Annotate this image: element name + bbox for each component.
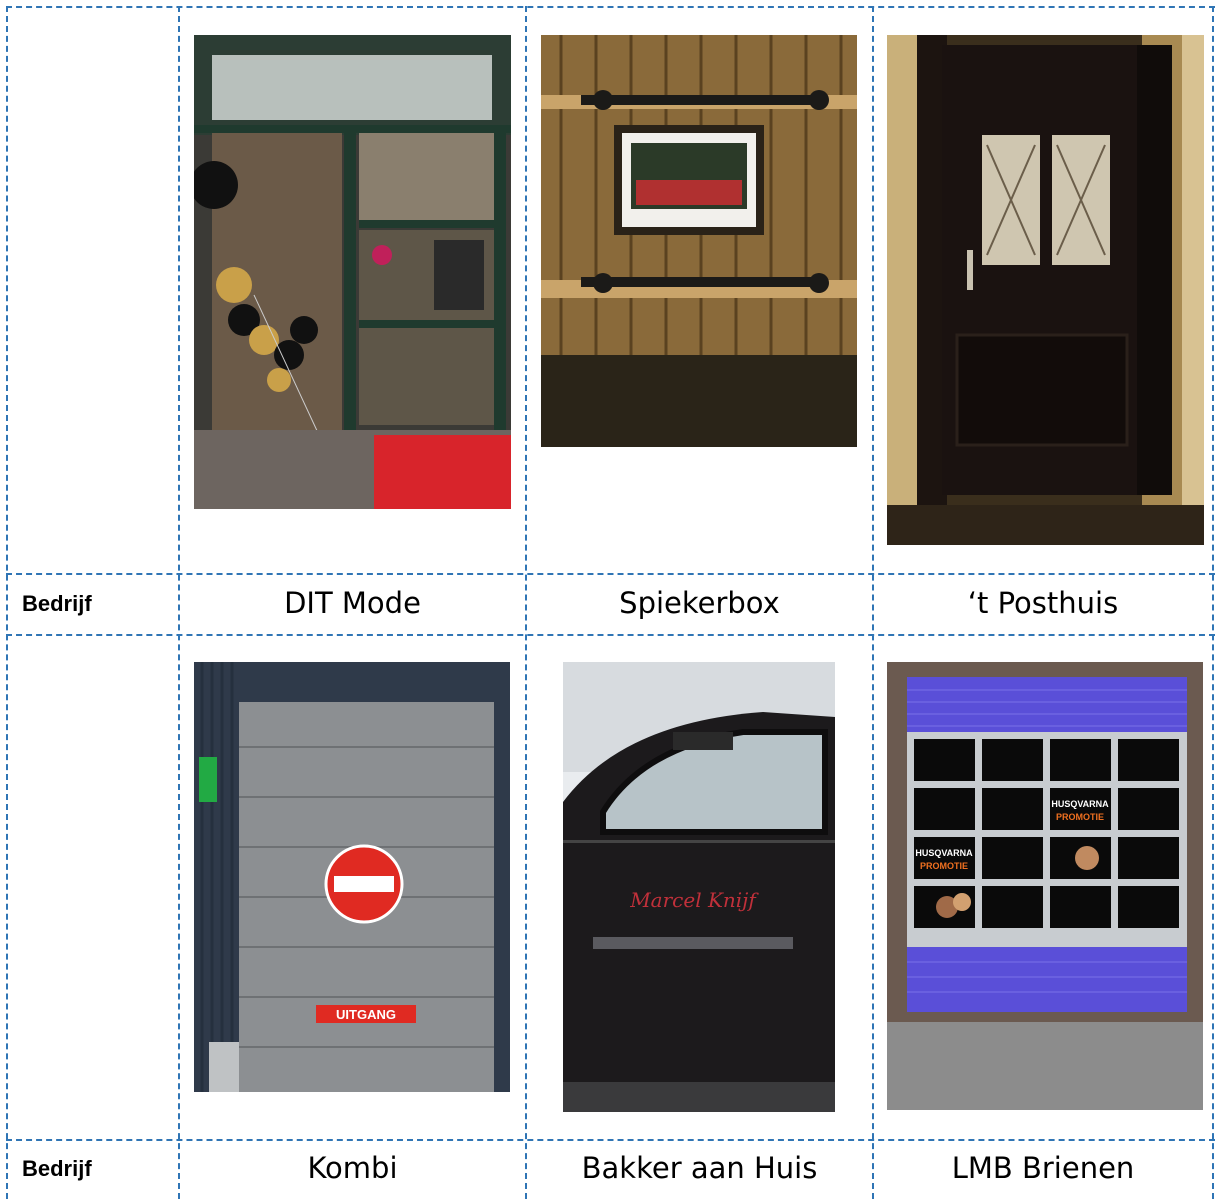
lmb-poster-1-promo: PROMOTIE xyxy=(1056,812,1104,822)
company-name-dit-mode: DIT Mode xyxy=(284,586,421,620)
bakker-van-text: Marcel Knijf xyxy=(629,888,759,912)
photo-bakker-aan-huis: Marcel Knijf xyxy=(563,662,835,1112)
company-name-bakker-aan-huis: Bakker aan Huis xyxy=(581,1151,818,1185)
company-name-spiekerbox: Spiekerbox xyxy=(619,586,780,620)
table-border-right xyxy=(1212,6,1214,1199)
row-label-1: Bedrijf xyxy=(22,591,92,616)
photo-t-posthuis xyxy=(887,35,1204,545)
lmb-poster-1-brand: HUSQVARNA xyxy=(1051,799,1109,809)
company-name-kombi: Kombi xyxy=(307,1151,398,1185)
lmb-poster-2-promo: PROMOTIE xyxy=(920,861,968,871)
table-border-row1 xyxy=(6,573,1215,575)
row-label-2: Bedrijf xyxy=(22,1156,92,1181)
table-border-left xyxy=(6,6,8,1199)
lmb-poster-2-brand: HUSQVARNA xyxy=(915,848,973,858)
table-border-top xyxy=(6,6,1215,8)
company-name-t-posthuis: ‘t Posthuis xyxy=(967,586,1119,620)
photo-dit-mode xyxy=(194,35,511,509)
photo-kombi: UITGANG xyxy=(194,662,510,1092)
company-name-lmb-brienen: LMB Brienen xyxy=(951,1151,1135,1185)
photo-spiekerbox xyxy=(541,35,857,447)
photo-lmb-brienen: HUSQVARNA PROMOTIE HUSQVARNA PROMOTIE xyxy=(887,662,1203,1110)
table-border-row3 xyxy=(6,1139,1215,1141)
table-border-row2 xyxy=(6,634,1215,636)
kombi-sign-text: UITGANG xyxy=(336,1007,396,1022)
